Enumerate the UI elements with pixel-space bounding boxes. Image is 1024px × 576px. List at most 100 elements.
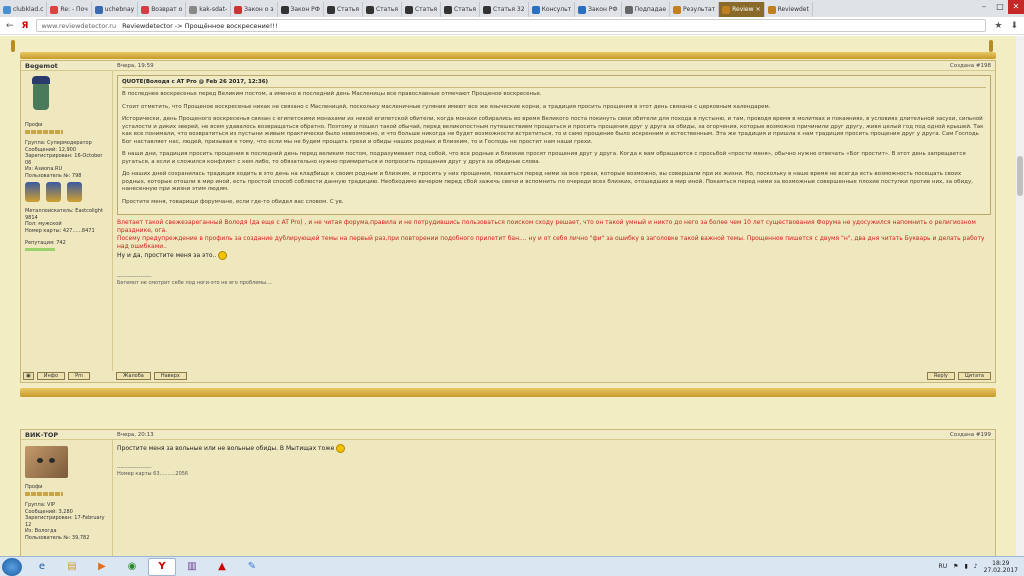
- browser-tab[interactable]: Статья: [324, 2, 363, 17]
- tab-favicon-icon: [531, 5, 540, 14]
- tab-favicon-icon: [326, 5, 335, 14]
- reply-button[interactable]: Reply: [927, 372, 955, 380]
- avatar: [27, 76, 57, 116]
- post-author[interactable]: Begemot: [25, 62, 117, 70]
- volume-icon[interactable]: ♪: [974, 563, 978, 570]
- reply-text: Ну и да, простите меня за это..: [117, 252, 217, 259]
- post-actions-left: ▣ Инфо Pm: [23, 371, 90, 381]
- profile-card: Номер карты: 427......8471: [25, 227, 95, 234]
- network-icon[interactable]: ▮: [964, 563, 967, 570]
- tab-favicon-icon: [3, 5, 11, 14]
- browser-tab-bar: clubklad.c Re: - Поч uchebnay Возврат о kak-…: [0, 0, 1024, 17]
- quote-paragraph: Стоит отметить, что Прощеное воскресенье…: [122, 103, 771, 110]
- browser-tab[interactable]: clubklad.c: [0, 2, 48, 17]
- smiley-icon: [336, 444, 346, 453]
- profile-user-no: Пользователь №: 798: [25, 172, 82, 179]
- pdf-reader-icon[interactable]: ▲: [208, 558, 236, 576]
- yandex-browser-icon[interactable]: Y: [148, 557, 176, 576]
- tab-label: Закон РФ: [290, 6, 320, 13]
- language-indicator[interactable]: RU: [939, 563, 948, 570]
- url-page-title: Reviewdetector -> Прощённое воскресение!…: [122, 21, 278, 30]
- post-divider-bar: [20, 388, 996, 397]
- tab-close-icon[interactable]: ×: [756, 6, 761, 13]
- url-field[interactable]: www.reviewdetector.ru Reviewdetector -> …: [36, 19, 987, 32]
- medal-icon: [67, 182, 82, 202]
- browser-tab[interactable]: uchebnay: [92, 2, 139, 17]
- media-player-icon[interactable]: ▶: [88, 558, 116, 576]
- browser-tab[interactable]: Возврат о: [138, 2, 187, 17]
- start-button[interactable]: [2, 557, 22, 576]
- reply-text: Посему предупреждение в профиль за созда…: [117, 235, 985, 250]
- avatar: [25, 446, 68, 478]
- tab-favicon-icon: [50, 5, 59, 14]
- bookmark-star-icon[interactable]: ★: [994, 21, 1002, 31]
- browser-tab[interactable]: Консульт: [529, 2, 576, 17]
- post-header: Begemot Вчера, 19:59 Создана #198: [21, 61, 995, 71]
- tab-favicon-icon: [404, 5, 413, 14]
- quote-paragraph: До наших дней сохранилась традиция ходит…: [122, 171, 973, 192]
- browser-tab[interactable]: Reviewdet: [765, 2, 813, 17]
- quote-paragraph: Простите меня, товарищи форумчане, если …: [122, 198, 344, 205]
- pm-button[interactable]: Pm: [68, 372, 90, 380]
- tab-favicon-icon: [624, 5, 633, 14]
- forum-post: Begemot Вчера, 19:59 Создана #198 Профи …: [20, 60, 996, 383]
- top-button[interactable]: Наверх: [153, 372, 187, 380]
- forum-post: ВИК-ТОР Вчера, 20:13 Создана #199 Профи …: [20, 429, 996, 556]
- quote-title: QUOTE(Володя с AT Pro @ Feb 26 2017, 12:…: [122, 79, 986, 88]
- download-icon[interactable]: ⬇: [1010, 21, 1018, 31]
- browser-tab[interactable]: Закон о з: [231, 2, 278, 17]
- post-author[interactable]: ВИК-ТОР: [25, 431, 117, 439]
- close-icon[interactable]: ✕: [1008, 0, 1024, 14]
- browser-tab[interactable]: Статья 32: [480, 2, 529, 17]
- post-number[interactable]: Создана #199: [950, 432, 991, 438]
- online-status-icon: ▣: [23, 372, 34, 380]
- reputation-bar: [25, 247, 55, 251]
- info-button[interactable]: Инфо: [36, 372, 66, 380]
- browser-tab[interactable]: Review ×: [719, 2, 765, 17]
- address-bar: ← Я www.reviewdetector.ru Reviewdetector…: [0, 17, 1024, 35]
- browser-tab[interactable]: Подпадае: [622, 2, 671, 17]
- tab-favicon-icon: [189, 5, 198, 14]
- browser-tab[interactable]: Закон РФ: [575, 2, 622, 17]
- folder-icon[interactable]: ▤: [58, 558, 86, 576]
- clock-date: 27.02.2017: [983, 566, 1018, 574]
- browser-tab[interactable]: Статья: [402, 2, 441, 17]
- browser-tab[interactable]: Результат: [670, 2, 720, 17]
- signature: Номер карты 63..........2056: [117, 471, 189, 477]
- quote-paragraph: В наши дни, традиция просить прощения в …: [122, 151, 966, 165]
- profile-detector: Металлоискатель: Eastcolight 9814: [25, 208, 103, 221]
- winrar-icon[interactable]: ▥: [178, 558, 206, 576]
- rank-stars-icon: [25, 129, 63, 134]
- tab-label: Закон о з: [244, 6, 274, 13]
- browser-tab[interactable]: kak-sdat-: [186, 2, 232, 17]
- vertical-scrollbar[interactable]: [1016, 36, 1024, 556]
- scrollbar-thumb[interactable]: [1017, 156, 1023, 196]
- minimize-icon[interactable]: –: [976, 0, 992, 14]
- browser-tab[interactable]: Статья: [441, 2, 481, 17]
- paint-icon[interactable]: ✎: [238, 558, 266, 576]
- rank-stars-icon: [25, 491, 63, 496]
- profile-registered: Зарегистрирован: 16-October 06: [25, 153, 103, 166]
- tab-favicon-icon: [234, 5, 243, 14]
- explorer-icon[interactable]: e: [28, 558, 56, 576]
- post-date: Вчера, 20:13: [117, 431, 154, 438]
- browser-tab[interactable]: Закон РФ: [278, 2, 324, 17]
- messenger-icon[interactable]: ◉: [118, 558, 146, 576]
- tab-label: Результат: [683, 6, 716, 13]
- tab-label: Статья: [336, 6, 359, 13]
- clock[interactable]: 18:29 27.02.2017: [984, 560, 1018, 574]
- maximize-icon[interactable]: □: [992, 0, 1008, 14]
- flag-icon[interactable]: ⚑: [953, 563, 958, 570]
- profile-registered: Зарегистрирован: 17-February 12: [25, 515, 105, 528]
- tab-label: uchebnay: [104, 6, 135, 13]
- browser-tab[interactable]: Статья: [363, 2, 402, 17]
- back-arrow-icon[interactable]: ←: [6, 21, 14, 31]
- complaint-button[interactable]: Жалоба: [116, 372, 151, 380]
- quote-button[interactable]: Цитата: [957, 372, 991, 380]
- tab-label: Статья: [414, 6, 437, 13]
- tab-label: Подпадае: [634, 6, 667, 13]
- tab-favicon-icon: [767, 5, 776, 14]
- yandex-logo-icon[interactable]: Я: [22, 21, 29, 31]
- browser-tab[interactable]: Re: - Поч: [47, 2, 92, 17]
- post-number[interactable]: Создана #198: [950, 63, 991, 69]
